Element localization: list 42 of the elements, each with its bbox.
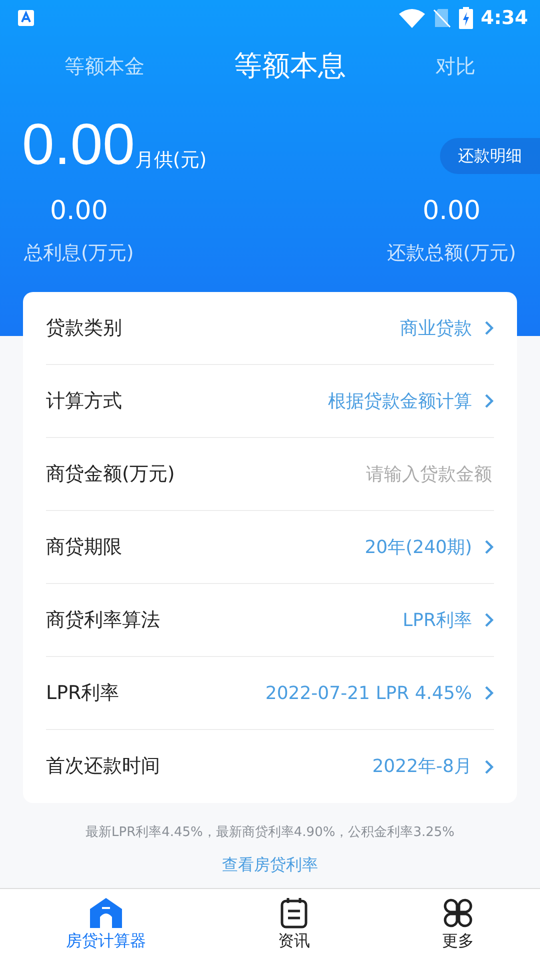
field-label: 商贷期限 xyxy=(46,534,122,560)
chevron-right-icon xyxy=(484,685,494,701)
field-label: 计算方式 xyxy=(46,388,122,414)
no-sim-icon xyxy=(432,8,451,28)
tab[interactable]: 对比 xyxy=(435,51,476,81)
more-grid-icon xyxy=(442,896,474,928)
total-repayment-value: 0.00 xyxy=(422,195,481,228)
select-value[interactable]: 商业贷款 xyxy=(400,314,494,342)
field-label: 商贷金额(万元) xyxy=(46,462,175,487)
monthly-payment-label: 月供(元) xyxy=(134,148,207,172)
view-rates-link[interactable]: 查看房贷利率 xyxy=(222,855,318,874)
monthly-payment-value: 0.00 xyxy=(22,116,135,174)
chevron-right-icon xyxy=(484,320,494,336)
nav-tab[interactable]: 资讯 xyxy=(278,896,310,952)
status-time: 4:34 xyxy=(480,6,528,31)
nav-tab[interactable]: 更多 xyxy=(442,896,474,952)
select-value[interactable]: 根据贷款金额计算 xyxy=(328,388,494,414)
total-repayment-label: 还款总额(万元) xyxy=(387,241,516,266)
chevron-right-icon xyxy=(484,539,494,555)
nav-tab[interactable]: 房贷计算器 xyxy=(66,896,146,952)
wifi-icon xyxy=(398,8,425,28)
total-interest-value: 0.00 xyxy=(50,195,108,228)
select-value[interactable]: 20年(240期) xyxy=(364,534,494,560)
select-value[interactable]: 2022-07-21 LPR 4.45% xyxy=(265,680,494,706)
tab[interactable]: 等额本金 xyxy=(64,51,145,81)
field-label: 商贷利率算法 xyxy=(46,608,160,633)
tab[interactable]: 等额本息 xyxy=(234,45,346,87)
chevron-right-icon xyxy=(484,393,494,409)
chevron-right-icon xyxy=(484,758,494,774)
select-value[interactable]: 2022年-8月 xyxy=(372,753,494,780)
total-interest-label: 总利息(万元) xyxy=(24,241,134,266)
select-value[interactable]: LPR利率 xyxy=(402,606,494,634)
house-icon xyxy=(89,896,123,928)
field-label: 贷款类别 xyxy=(46,316,122,341)
field-label: LPR利率 xyxy=(46,680,120,706)
battery-icon xyxy=(458,7,473,29)
app-notification-icon xyxy=(18,10,34,26)
field-label: 首次还款时间 xyxy=(46,754,160,780)
repayment-detail-button[interactable]: 还款明细 xyxy=(440,138,540,174)
notepad-icon xyxy=(280,896,308,928)
rates-note: 最新LPR利率4.45%，最新商贷利率4.90%，公积金利率3.25% xyxy=(85,825,454,840)
chevron-right-icon xyxy=(484,612,494,628)
